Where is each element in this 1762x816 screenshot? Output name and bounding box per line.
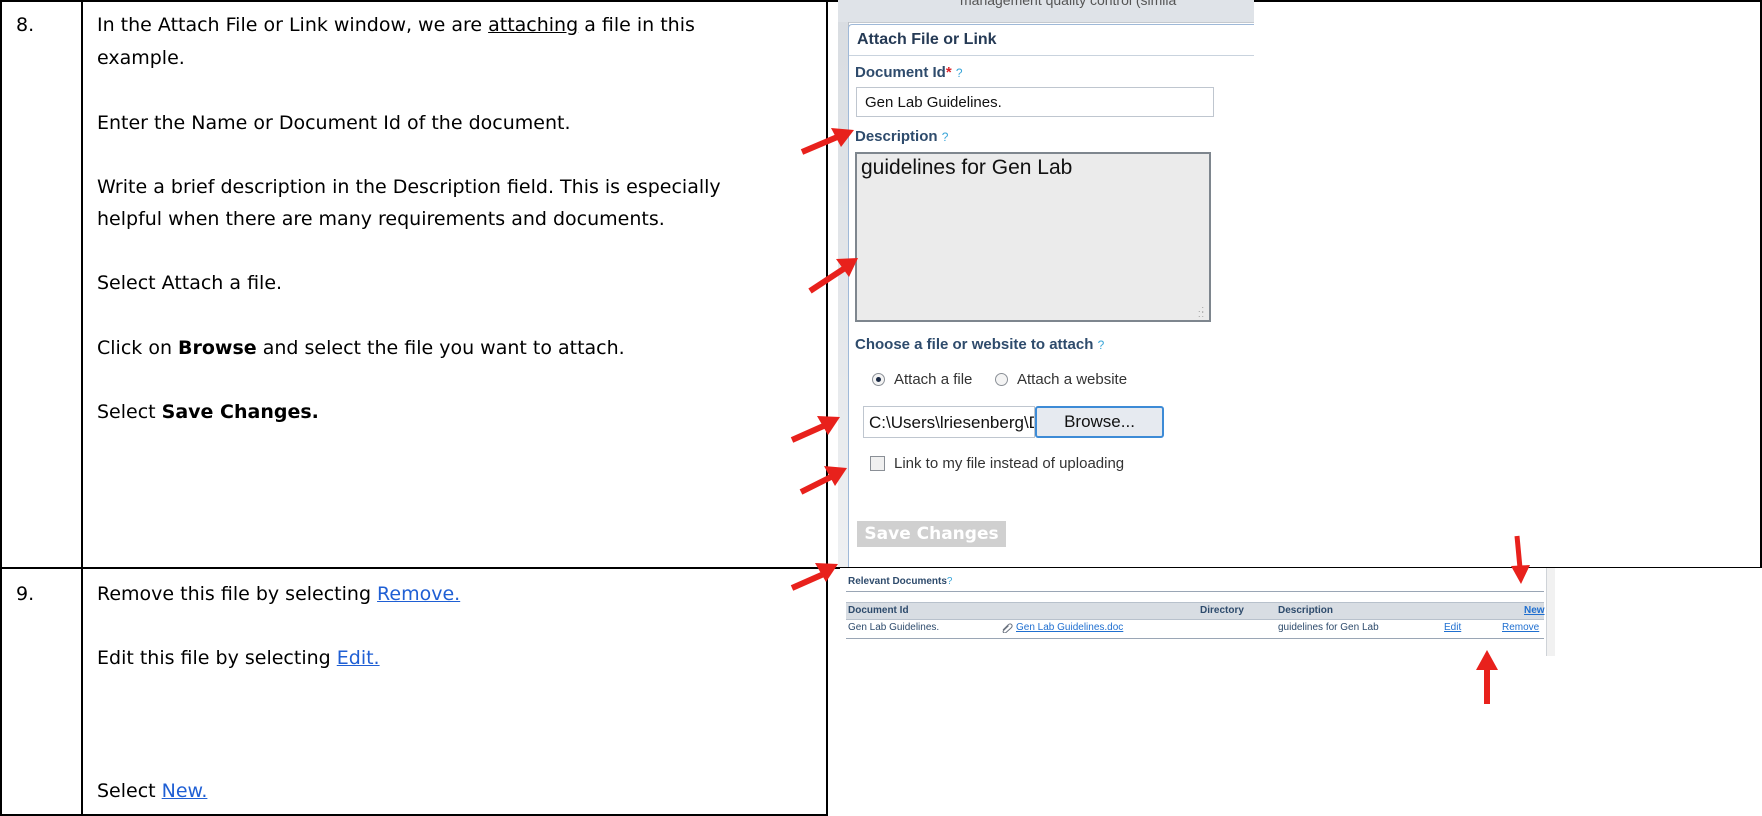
edit-link[interactable]: Edit. [337,647,380,669]
step-9-line-1: Remove this file by selecting Remove. [97,583,461,605]
column-description: Description [1278,605,1334,616]
required-mark: * [945,64,952,81]
step-9-line-3: Select New. [97,780,208,802]
attach-website-option-label: Attach a website [1017,371,1128,388]
new-document-link[interactable]: New [1524,605,1545,616]
save-changes-button[interactable]: Save Changes [857,521,1006,547]
step-8-line-1: In the Attach File or Link window, we ar… [97,14,695,36]
file-link[interactable]: Gen Lab Guidelines.doc [1016,622,1123,633]
red-arrow-icon [1476,650,1498,704]
column-directory: Directory [1200,605,1244,616]
relevant-documents-divider [846,591,1544,592]
top-partial-text: management quality control (simila [960,0,1177,8]
attach-file-screenshot: management quality control (simila Attac… [838,0,1254,567]
attach-file-radio[interactable] [872,373,885,386]
red-arrow-icon [790,416,840,443]
step-8-line-3: Enter the Name or Document Id of the doc… [97,112,571,134]
red-arrow-icon [800,128,854,155]
row-edit-link[interactable]: Edit [1444,622,1461,633]
step-9-line-2: Edit this file by selecting Edit. [97,647,380,669]
description-field[interactable]: guidelines for Gen Lab .:.: [855,152,1211,322]
attach-website-radio[interactable] [995,373,1008,386]
step-number: 8. [16,14,35,36]
documents-table-header: Document Id Directory Description New [846,602,1545,620]
table-image-column-divider [826,0,828,816]
description-label: Description ? [855,128,949,145]
resize-grip-icon[interactable]: .:.: [1198,305,1205,319]
help-icon[interactable]: ? [1098,338,1105,352]
attach-file-panel: Attach File or Link Document Id* ? Gen L… [848,24,1254,567]
red-arrow-icon [1511,535,1530,584]
relevant-documents-screenshot: Relevant Documents? Document Id Director… [840,568,1762,656]
attach-file-option-label: Attach a file [894,371,973,388]
remove-link[interactable]: Remove. [377,583,460,605]
help-icon[interactable]: ? [956,66,963,80]
table-left-border [0,0,2,816]
title-divider [849,55,1254,56]
new-link[interactable]: New. [162,780,208,802]
attach-window-title: Attach File or Link [857,31,997,48]
table-bottom-line [846,638,1544,639]
red-arrow-icon [808,258,858,294]
file-path-field[interactable]: C:\Users\lriesenberg\D [863,406,1035,438]
link-file-checkbox-label: Link to my file instead of uploading [894,455,1125,472]
document-id-label: Document Id* ? [855,64,963,81]
column-document-id: Document Id [848,605,909,616]
step-8-line-4: Write a brief description in the Descrip… [97,176,721,198]
browse-button[interactable]: Browse... [1035,406,1164,438]
link-file-checkbox[interactable] [870,456,885,471]
choose-file-label: Choose a file or website to attach ? [855,336,1105,353]
red-arrow-icon [799,466,847,495]
row-document-id: Gen Lab Guidelines. [848,622,940,633]
step-8-line-7: Click on Browse and select the file you … [97,337,625,359]
relevant-documents-title: Relevant Documents? [848,576,953,587]
document-id-field[interactable]: Gen Lab Guidelines. [856,87,1214,117]
window-top-strip: management quality control (simila [838,0,1254,23]
step-8-line-6: Select Attach a file. [97,272,283,294]
scrollbar[interactable] [1546,568,1555,656]
row-remove-link[interactable]: Remove [1502,622,1539,633]
table-row: Gen Lab Guidelines. Gen Lab Guidelines.d… [846,620,1544,636]
step-8-line-8: Select Save Changes. [97,401,319,423]
help-icon[interactable]: ? [942,130,949,144]
description-value: guidelines for Gen Lab [861,156,1073,179]
step-number: 9. [16,583,35,605]
step-8-line-5: helpful when there are many requirements… [97,208,665,230]
paperclip-icon [1002,623,1013,633]
table-number-column-divider [81,0,83,816]
step-8-line-2: example. [97,47,185,69]
row-description: guidelines for Gen Lab [1278,622,1379,633]
help-icon[interactable]: ? [947,576,953,587]
red-arrow-icon [790,563,838,591]
